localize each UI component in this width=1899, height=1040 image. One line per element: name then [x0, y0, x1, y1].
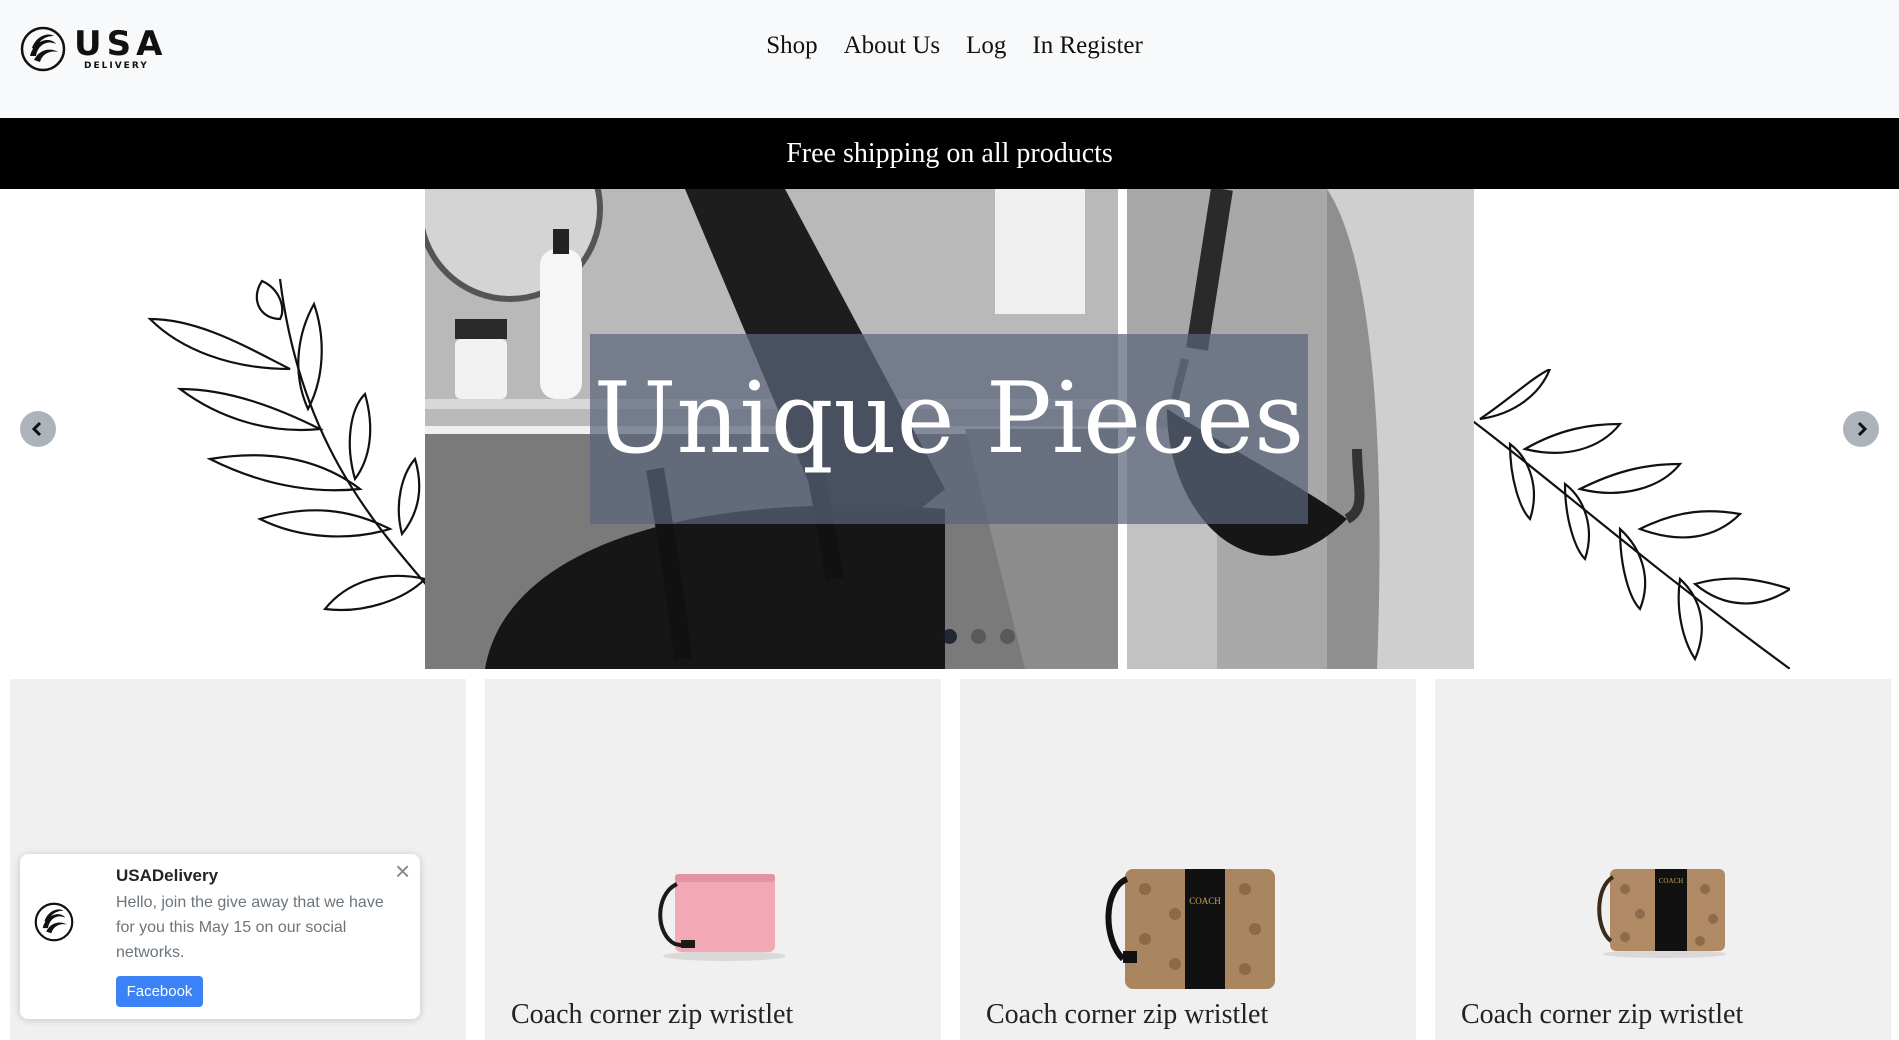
brown-signature-wristlet-image: COACH	[1105, 869, 1275, 989]
svg-text:COACH: COACH	[1659, 877, 1684, 885]
chevron-left-icon	[31, 421, 42, 437]
free-shipping-text: Free shipping on all products	[786, 137, 1113, 169]
carousel-indicator-2[interactable]	[971, 629, 986, 644]
carousel-next-button[interactable]	[1843, 411, 1879, 447]
product-title[interactable]: Coach corner zip wristlet	[511, 999, 793, 1031]
facebook-button[interactable]: Facebook	[116, 976, 203, 1007]
nav-register[interactable]: In Register	[1032, 32, 1142, 60]
chevron-right-icon	[1857, 421, 1868, 437]
giveaway-toast: USADelivery Hello, join the give away th…	[20, 854, 420, 1019]
nav-shop[interactable]: Shop	[766, 32, 817, 60]
nav-log[interactable]: Log	[966, 32, 1006, 60]
hero-carousel: Unique Pieces	[0, 189, 1899, 669]
toast-title: USADelivery	[116, 866, 219, 885]
logo-sub-text: DELIVERY	[84, 61, 149, 71]
leaf-branch-left-illustration	[147, 279, 430, 611]
carousel-indicator-1[interactable]	[942, 629, 957, 644]
product-card[interactable]: COACH Coach corner zip wristlet	[1435, 679, 1891, 1040]
brand-avatar-icon	[34, 902, 74, 942]
carousel-prev-button[interactable]	[20, 411, 56, 447]
pink-wristlet-image	[658, 874, 785, 961]
leaf-branch-right-illustration	[1470, 369, 1790, 669]
product-title[interactable]: Coach corner zip wristlet	[986, 999, 1268, 1031]
free-shipping-banner: Free shipping on all products	[0, 118, 1899, 189]
brown-stripe-wristlet-image: COACH	[1597, 869, 1727, 958]
nav-about-us[interactable]: About Us	[844, 32, 941, 60]
close-icon[interactable]: ×	[395, 856, 410, 886]
carousel-indicators	[942, 629, 1015, 644]
main-nav: Shop About Us Log In Register	[0, 32, 1899, 60]
product-title[interactable]: Coach corner zip wristlet	[1461, 999, 1743, 1031]
carousel-indicator-3[interactable]	[1000, 629, 1015, 644]
product-card[interactable]: Coach corner zip wristlet	[485, 679, 941, 1040]
svg-text:COACH: COACH	[1189, 896, 1221, 906]
hero-title: Unique Pieces	[593, 362, 1305, 476]
toast-message: Hello, join the give away that we have f…	[116, 894, 384, 961]
product-card[interactable]: COACH Coach corner zip wristlet	[960, 679, 1416, 1040]
site-header: USA DELIVERY Shop About Us Log In Regist…	[0, 0, 1899, 118]
